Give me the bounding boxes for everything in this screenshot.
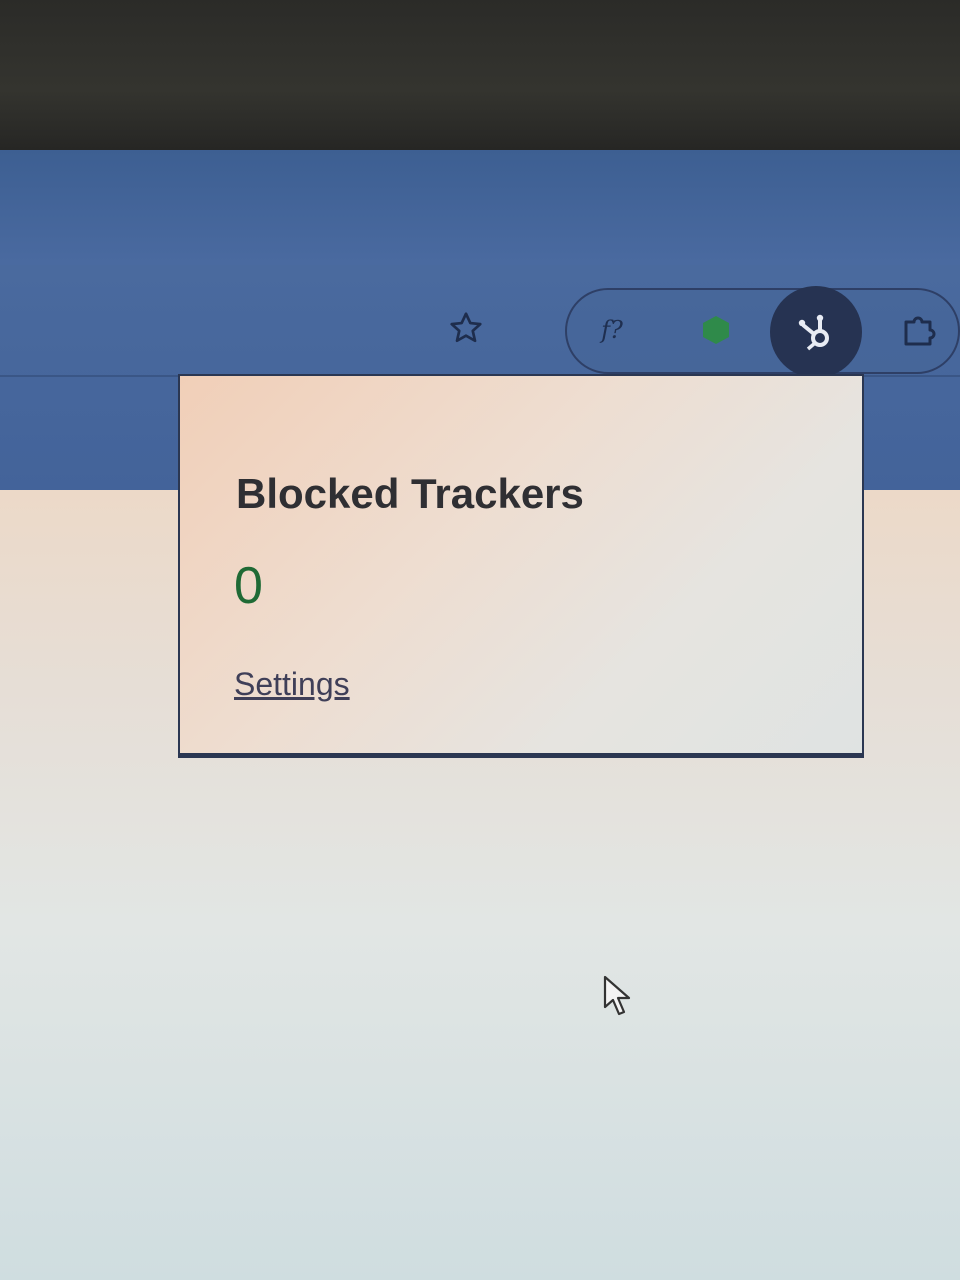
green-dot-icon	[703, 316, 729, 344]
hubspot-icon	[798, 314, 829, 351]
f-extension-button[interactable]: f?	[588, 306, 636, 354]
popup-title: Blocked Trackers	[236, 470, 584, 517]
hubspot-extension-button[interactable]	[770, 286, 862, 378]
green-extension-button[interactable]	[694, 308, 738, 352]
extensions-menu-button[interactable]	[894, 306, 942, 354]
mouse-cursor-icon	[603, 975, 631, 1016]
bookmark-star-button[interactable]	[444, 306, 488, 350]
blocked-count: 0	[234, 557, 263, 615]
f-question-icon: f?	[601, 316, 623, 344]
puzzle-icon	[904, 316, 936, 346]
monitor-bezel	[0, 0, 960, 150]
settings-link[interactable]: Settings	[234, 666, 350, 703]
blocked-trackers-popup: Blocked Trackers 0 Settings	[178, 374, 864, 758]
browser-tab-strip	[0, 150, 960, 265]
star-icon	[450, 312, 482, 343]
